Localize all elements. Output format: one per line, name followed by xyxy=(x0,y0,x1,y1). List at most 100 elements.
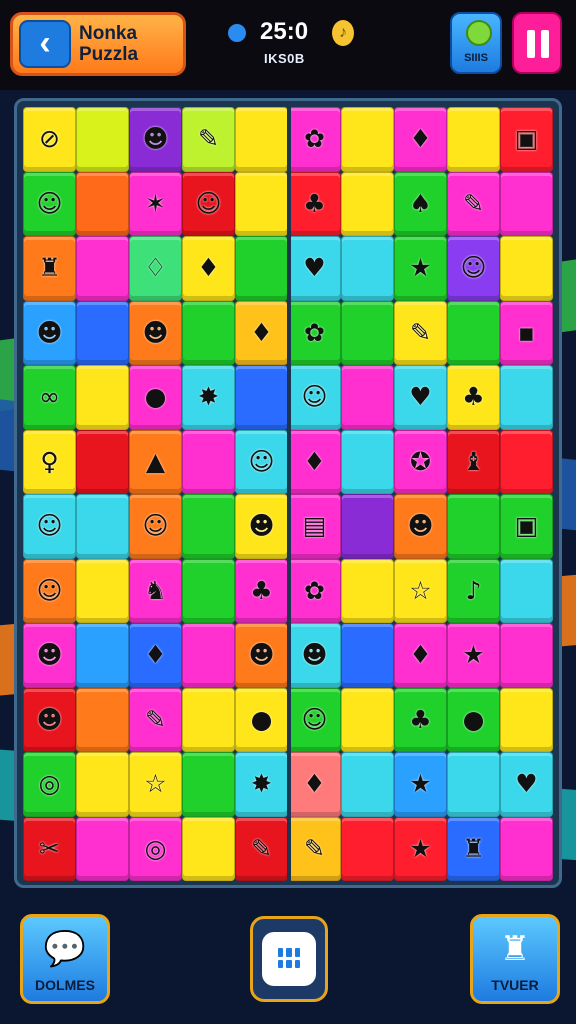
puzzle-tile[interactable]: ♦ xyxy=(129,623,182,688)
puzzle-tile[interactable] xyxy=(76,171,129,236)
puzzle-tile[interactable]: ✪ xyxy=(394,429,447,494)
puzzle-tile[interactable] xyxy=(341,687,394,752)
puzzle-tile[interactable]: ♜ xyxy=(23,236,76,301)
puzzle-tile[interactable]: ☺ xyxy=(23,494,76,559)
puzzle-tile[interactable] xyxy=(76,752,129,817)
puzzle-tile[interactable] xyxy=(182,623,235,688)
puzzle-tile[interactable]: ♣ xyxy=(447,365,500,430)
puzzle-tile[interactable] xyxy=(341,236,394,301)
puzzle-tile[interactable]: ♞ xyxy=(129,558,182,623)
puzzle-tile[interactable]: ◎ xyxy=(23,752,76,817)
puzzle-tile[interactable] xyxy=(341,107,394,172)
dolmes-button[interactable]: 💬 DOLMES xyxy=(20,914,110,1004)
puzzle-tile[interactable] xyxy=(447,494,500,559)
puzzle-tile[interactable]: ☻ xyxy=(129,107,182,172)
puzzle-tile[interactable] xyxy=(341,558,394,623)
puzzle-tile[interactable]: ♝ xyxy=(447,429,500,494)
puzzle-tile[interactable]: ⊘ xyxy=(23,107,76,172)
puzzle-tile[interactable] xyxy=(500,429,553,494)
puzzle-tile[interactable] xyxy=(500,558,553,623)
puzzle-tile[interactable] xyxy=(341,752,394,817)
puzzle-tile[interactable] xyxy=(341,365,394,430)
puzzle-tile[interactable]: ▲ xyxy=(129,429,182,494)
puzzle-tile[interactable] xyxy=(76,494,129,559)
puzzle-tile[interactable]: ♥ xyxy=(500,752,553,817)
puzzle-tile[interactable] xyxy=(341,494,394,559)
puzzle-tile[interactable]: ✶ xyxy=(129,171,182,236)
puzzle-tile[interactable] xyxy=(76,107,129,172)
puzzle-tile[interactable]: ☺ xyxy=(288,365,341,430)
puzzle-tile[interactable]: ☻ xyxy=(129,300,182,365)
puzzle-tile[interactable]: ▤ xyxy=(288,494,341,559)
puzzle-tile[interactable]: ☻ xyxy=(235,623,288,688)
puzzle-tile[interactable]: ☺ xyxy=(182,171,235,236)
puzzle-tile[interactable] xyxy=(76,816,129,881)
puzzle-tile[interactable] xyxy=(500,171,553,236)
puzzle-tile[interactable] xyxy=(447,107,500,172)
puzzle-tile[interactable] xyxy=(235,107,288,172)
chevron-left-icon[interactable]: ‹ xyxy=(19,20,71,68)
puzzle-tile[interactable] xyxy=(500,236,553,301)
puzzle-tile[interactable] xyxy=(341,171,394,236)
puzzle-tile[interactable]: ♦ xyxy=(394,107,447,172)
puzzle-tile[interactable]: ✎ xyxy=(394,300,447,365)
puzzle-tile[interactable] xyxy=(500,623,553,688)
puzzle-tile[interactable]: ▣ xyxy=(500,107,553,172)
puzzle-tile[interactable]: ● xyxy=(235,687,288,752)
puzzle-tile[interactable] xyxy=(76,623,129,688)
puzzle-tile[interactable] xyxy=(235,236,288,301)
puzzle-tile[interactable]: ✎ xyxy=(182,107,235,172)
tvuer-button[interactable]: ♜ TVUER xyxy=(470,914,560,1004)
puzzle-tile[interactable]: ▣ xyxy=(500,494,553,559)
menu-button[interactable] xyxy=(250,916,328,1002)
puzzle-tile[interactable]: ☻ xyxy=(288,623,341,688)
puzzle-tile[interactable] xyxy=(447,300,500,365)
puzzle-tile[interactable]: ✎ xyxy=(288,816,341,881)
puzzle-tile[interactable] xyxy=(182,816,235,881)
puzzle-tile[interactable] xyxy=(182,494,235,559)
puzzle-tile[interactable]: ♥ xyxy=(288,236,341,301)
puzzle-tile[interactable]: ☺ xyxy=(447,236,500,301)
puzzle-tile[interactable] xyxy=(235,365,288,430)
puzzle-tile[interactable]: ☺ xyxy=(235,429,288,494)
puzzle-tile[interactable] xyxy=(76,236,129,301)
title-button[interactable]: ‹ Nonka Puzzla xyxy=(10,12,186,76)
puzzle-tile[interactable] xyxy=(76,429,129,494)
puzzle-tile[interactable]: ✿ xyxy=(288,300,341,365)
puzzle-tile[interactable]: ☻ xyxy=(394,494,447,559)
puzzle-tile[interactable]: ☻ xyxy=(235,494,288,559)
puzzle-tile[interactable]: ◎ xyxy=(129,816,182,881)
puzzle-tile[interactable]: ✎ xyxy=(447,171,500,236)
puzzle-tile[interactable] xyxy=(447,752,500,817)
puzzle-tile[interactable] xyxy=(182,300,235,365)
puzzle-tile[interactable] xyxy=(76,687,129,752)
puzzle-tile[interactable] xyxy=(341,300,394,365)
puzzle-tile[interactable] xyxy=(235,171,288,236)
puzzle-tile[interactable]: ● xyxy=(447,687,500,752)
puzzle-tile[interactable]: ♦ xyxy=(288,429,341,494)
puzzle-tile[interactable]: ✸ xyxy=(235,752,288,817)
puzzle-tile[interactable] xyxy=(500,365,553,430)
puzzle-tile[interactable] xyxy=(76,300,129,365)
puzzle-tile[interactable] xyxy=(341,429,394,494)
puzzle-tile[interactable]: ♪ xyxy=(447,558,500,623)
puzzle-tile[interactable]: ♀ xyxy=(23,429,76,494)
puzzle-tile[interactable]: ☆ xyxy=(129,752,182,817)
puzzle-tile[interactable]: ♦ xyxy=(235,300,288,365)
puzzle-tile[interactable]: ✸ xyxy=(182,365,235,430)
puzzle-tile[interactable]: ♣ xyxy=(235,558,288,623)
puzzle-tile[interactable]: ∞ xyxy=(23,365,76,430)
puzzle-tile[interactable]: ♦ xyxy=(182,236,235,301)
pause-button[interactable] xyxy=(512,12,562,74)
puzzle-tile[interactable]: ▪ xyxy=(500,300,553,365)
puzzle-tile[interactable]: ☻ xyxy=(23,687,76,752)
puzzle-tile[interactable] xyxy=(500,816,553,881)
puzzle-tile[interactable]: ✿ xyxy=(288,558,341,623)
puzzle-tile[interactable]: ♣ xyxy=(394,687,447,752)
puzzle-tile[interactable]: ✎ xyxy=(129,687,182,752)
puzzle-tile[interactable] xyxy=(341,623,394,688)
puzzle-tile[interactable]: ✎ xyxy=(235,816,288,881)
puzzle-tile[interactable]: ♠ xyxy=(394,171,447,236)
puzzle-tile[interactable] xyxy=(182,429,235,494)
puzzle-tile[interactable] xyxy=(182,687,235,752)
